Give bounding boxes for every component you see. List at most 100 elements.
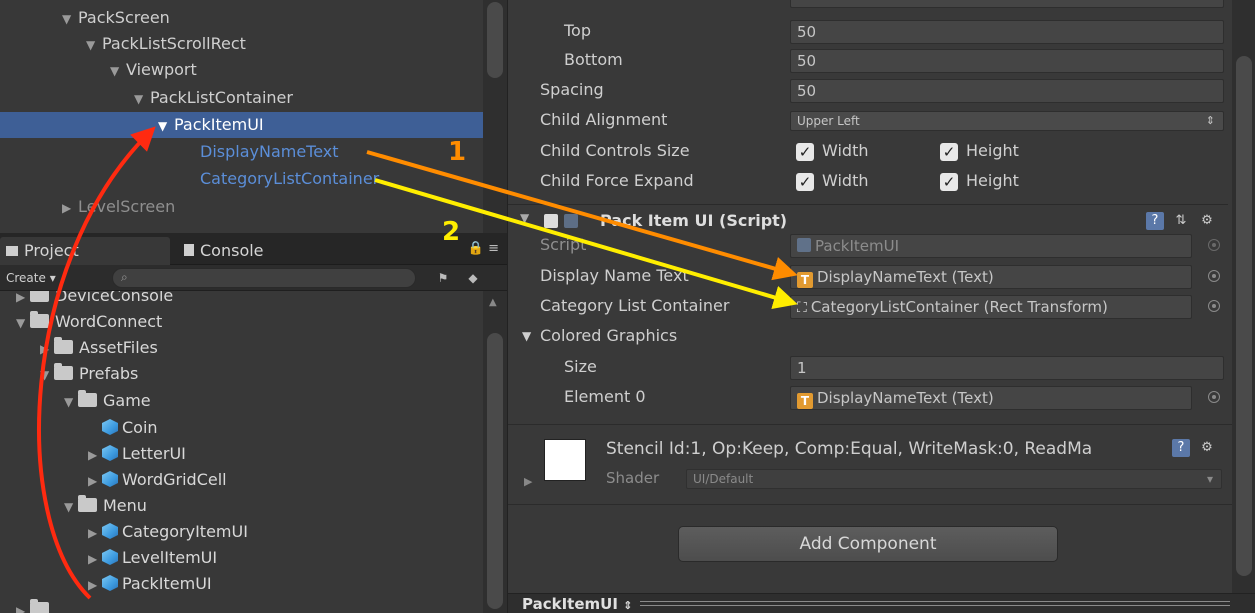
help-icon[interactable]: ? xyxy=(1172,439,1190,457)
project-item-wordconnect[interactable]: ▼ WordConnect xyxy=(16,309,162,335)
size-field[interactable]: 1 xyxy=(790,356,1224,380)
child-alignment-label: Child Alignment xyxy=(540,110,668,129)
hierarchy-item-packscreen[interactable]: ▼ PackScreen xyxy=(0,5,483,31)
prefab-cube-icon xyxy=(102,419,118,435)
preset-icon[interactable]: ⇅ xyxy=(1172,212,1190,230)
help-icon[interactable]: ? xyxy=(1146,212,1164,230)
project-item-game[interactable]: ▼ Game xyxy=(64,388,151,414)
foldout-triangle-icon[interactable]: ▶ xyxy=(524,475,532,488)
controls-height-checkbox[interactable]: ✓ xyxy=(940,143,958,161)
search-input[interactable]: ⌕ xyxy=(112,268,416,288)
expand-triangle-icon[interactable]: ▶ xyxy=(88,546,102,572)
foldout-triangle-icon[interactable]: ▼ xyxy=(522,329,531,343)
project-item-categoryitemui[interactable]: ▶ CategoryItemUI xyxy=(88,519,248,545)
padding-top-field[interactable]: 50 xyxy=(790,20,1224,44)
expand-triangle-icon[interactable]: ▶ xyxy=(62,195,74,221)
object-picker-icon[interactable] xyxy=(1208,300,1220,312)
expand-triangle-icon[interactable]: ▶ xyxy=(40,336,54,362)
project-scrollbar[interactable]: ▲ xyxy=(483,291,507,613)
project-item-levelitemui[interactable]: ▶ LevelItemUI xyxy=(88,545,217,571)
expand-triangle-icon[interactable]: ▼ xyxy=(16,310,30,336)
controls-width-checkbox[interactable]: ✓ xyxy=(796,143,814,161)
child-alignment-dropdown[interactable]: Upper Left ⇕ xyxy=(790,111,1224,131)
force-width-checkbox[interactable]: ✓ xyxy=(796,173,814,191)
filter-by-type-icon[interactable]: ⚑ xyxy=(432,268,454,288)
padding-bottom-label: Bottom xyxy=(564,50,623,69)
project-item-label: LetterUI xyxy=(122,444,186,463)
expand-triangle-icon[interactable]: ▼ xyxy=(40,362,54,388)
category-list-field[interactable]: ⛶ CategoryListContainer (Rect Transform) xyxy=(790,295,1192,319)
filter-by-label-icon[interactable]: ◆ xyxy=(462,268,484,288)
expand-triangle-icon[interactable]: ▶ xyxy=(16,291,30,310)
selected-asset-dropdown[interactable]: PackItemUI ⇕ xyxy=(522,595,632,613)
resize-handle[interactable] xyxy=(640,601,1230,606)
project-item-packitemui[interactable]: ▶ PackItemUI xyxy=(88,571,212,597)
inspector-panel: Top 50 Bottom 50 Spacing 50 Child Alignm… xyxy=(507,0,1255,613)
spacing-field[interactable]: 50 xyxy=(790,79,1224,103)
panel-menu-icon[interactable]: 🔒 ≡ xyxy=(468,241,499,256)
expand-triangle-icon[interactable]: ▼ xyxy=(134,86,146,112)
project-item-coin[interactable]: Coin xyxy=(102,415,158,441)
enable-checkbox[interactable] xyxy=(544,214,558,228)
expand-triangle-icon[interactable]: ▶ xyxy=(88,572,102,598)
object-picker-icon[interactable] xyxy=(1208,270,1220,282)
force-height-checkbox[interactable]: ✓ xyxy=(940,173,958,191)
folder-icon xyxy=(54,337,73,354)
expand-triangle-icon[interactable]: ▼ xyxy=(62,6,74,32)
scrollbar-thumb[interactable] xyxy=(1236,56,1252,576)
hierarchy-item-packlistcontainer[interactable]: ▼ PackListContainer xyxy=(0,85,483,111)
add-component-button[interactable]: Add Component xyxy=(678,526,1058,562)
hierarchy-item-levelscreen[interactable]: ▶ LevelScreen xyxy=(0,194,483,220)
padding-bottom-field[interactable]: 50 xyxy=(790,49,1224,73)
create-dropdown-button[interactable]: Create ▾ xyxy=(6,268,56,288)
tab-project[interactable]: Project xyxy=(0,237,170,265)
csharp-script-icon xyxy=(564,214,578,228)
padding-right-field[interactable] xyxy=(790,0,1224,8)
display-name-field[interactable]: T DisplayNameText (Text) xyxy=(790,265,1192,289)
inspector-scrollbar[interactable] xyxy=(1232,0,1255,593)
project-item-label: Game xyxy=(103,391,151,410)
hierarchy-item-displaynametext[interactable]: DisplayNameText xyxy=(0,139,483,165)
project-item-assetfiles[interactable]: ▶ AssetFiles xyxy=(40,335,158,361)
project-item-wordgridcell[interactable]: ▶ WordGridCell xyxy=(88,467,227,493)
expand-triangle-icon[interactable]: ▶ xyxy=(16,598,30,613)
hierarchy-item-label: CategoryListContainer xyxy=(200,169,380,188)
hierarchy-scrollbar[interactable] xyxy=(483,0,507,233)
project-item-menu[interactable]: ▼ Menu xyxy=(64,493,147,519)
project-item-letterui[interactable]: ▶ LetterUI xyxy=(88,441,186,467)
foldout-triangle-icon[interactable]: ▼ xyxy=(520,211,529,225)
dropdown-arrow-icon: ▾ xyxy=(1206,472,1213,486)
hierarchy-item-packlistscrollrect[interactable]: ▼ PackListScrollRect xyxy=(0,31,483,57)
divider xyxy=(508,504,1255,505)
gear-icon[interactable]: ⚙ xyxy=(1198,212,1216,230)
material-preview-swatch[interactable] xyxy=(544,439,586,481)
expand-triangle-icon[interactable]: ▼ xyxy=(158,113,170,139)
object-picker-icon[interactable] xyxy=(1208,391,1220,403)
scrollbar-thumb[interactable] xyxy=(487,2,503,78)
scroll-up-icon[interactable]: ▲ xyxy=(489,297,497,308)
scrollbar-thumb[interactable] xyxy=(487,333,503,609)
hierarchy-item-viewport[interactable]: ▼ Viewport xyxy=(0,57,483,83)
component-title: Pack Item UI (Script) xyxy=(600,211,788,230)
gear-icon[interactable]: ⚙ xyxy=(1198,439,1216,457)
child-controls-label: Child Controls Size xyxy=(540,141,690,160)
tab-console[interactable]: Console xyxy=(178,237,348,265)
expand-triangle-icon[interactable]: ▼ xyxy=(86,32,98,58)
expand-triangle-icon[interactable]: ▼ xyxy=(64,494,78,520)
expand-triangle-icon[interactable]: ▼ xyxy=(110,58,122,84)
project-item-prefabs[interactable]: ▼ Prefabs xyxy=(40,361,138,387)
project-item-partial[interactable]: ▶ xyxy=(16,597,55,613)
project-item-label: WordGridCell xyxy=(122,470,227,489)
prefab-cube-icon xyxy=(102,445,118,461)
hierarchy-item-packitemui-selected[interactable]: ▼ PackItemUI xyxy=(0,112,483,138)
colored-graphics-row[interactable]: ▼ Colored Graphics xyxy=(508,321,1228,351)
shader-dropdown[interactable]: UI/Default ▾ xyxy=(686,469,1222,489)
tab-project-label: Project xyxy=(24,241,79,260)
project-item-deviceconsole[interactable]: ▶ DeviceConsole xyxy=(16,291,173,309)
expand-triangle-icon[interactable]: ▶ xyxy=(88,520,102,546)
expand-triangle-icon[interactable]: ▼ xyxy=(64,389,78,415)
hierarchy-item-categorylistcontainer[interactable]: CategoryListContainer xyxy=(0,166,483,192)
expand-triangle-icon[interactable]: ▶ xyxy=(88,442,102,468)
expand-triangle-icon[interactable]: ▶ xyxy=(88,468,102,494)
element0-field[interactable]: T DisplayNameText (Text) xyxy=(790,386,1192,410)
